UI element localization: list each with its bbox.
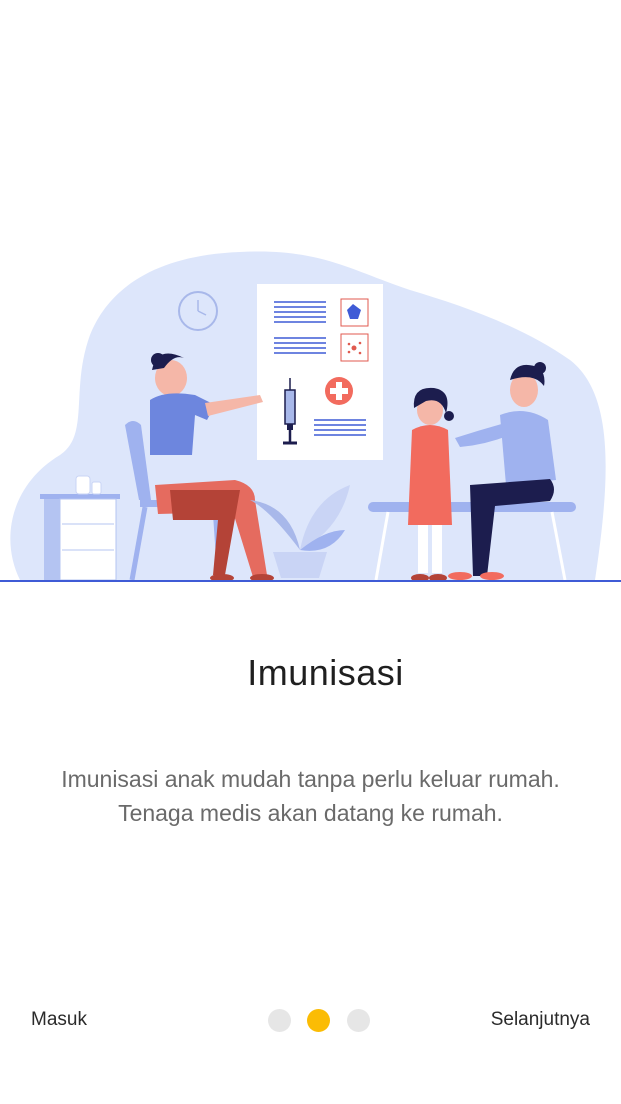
description-line-2: Tenaga medis akan datang ke rumah. <box>118 800 503 826</box>
immunization-illustration <box>0 240 621 585</box>
onboarding-title: Imunisasi <box>247 652 404 693</box>
description-line-1: Imunisasi anak mudah tanpa perlu keluar … <box>61 766 560 792</box>
page-dot-1[interactable] <box>268 1009 291 1032</box>
page-dot-2-active[interactable] <box>307 1009 330 1032</box>
onboarding-navigation: Masuk Selanjutnya <box>0 1000 621 1042</box>
page-dot-3[interactable] <box>347 1009 370 1032</box>
next-button[interactable]: Selanjutnya <box>491 1009 590 1031</box>
onboarding-description: Imunisasi anak mudah tanpa perlu keluar … <box>0 762 621 830</box>
login-button[interactable]: Masuk <box>31 1009 87 1031</box>
